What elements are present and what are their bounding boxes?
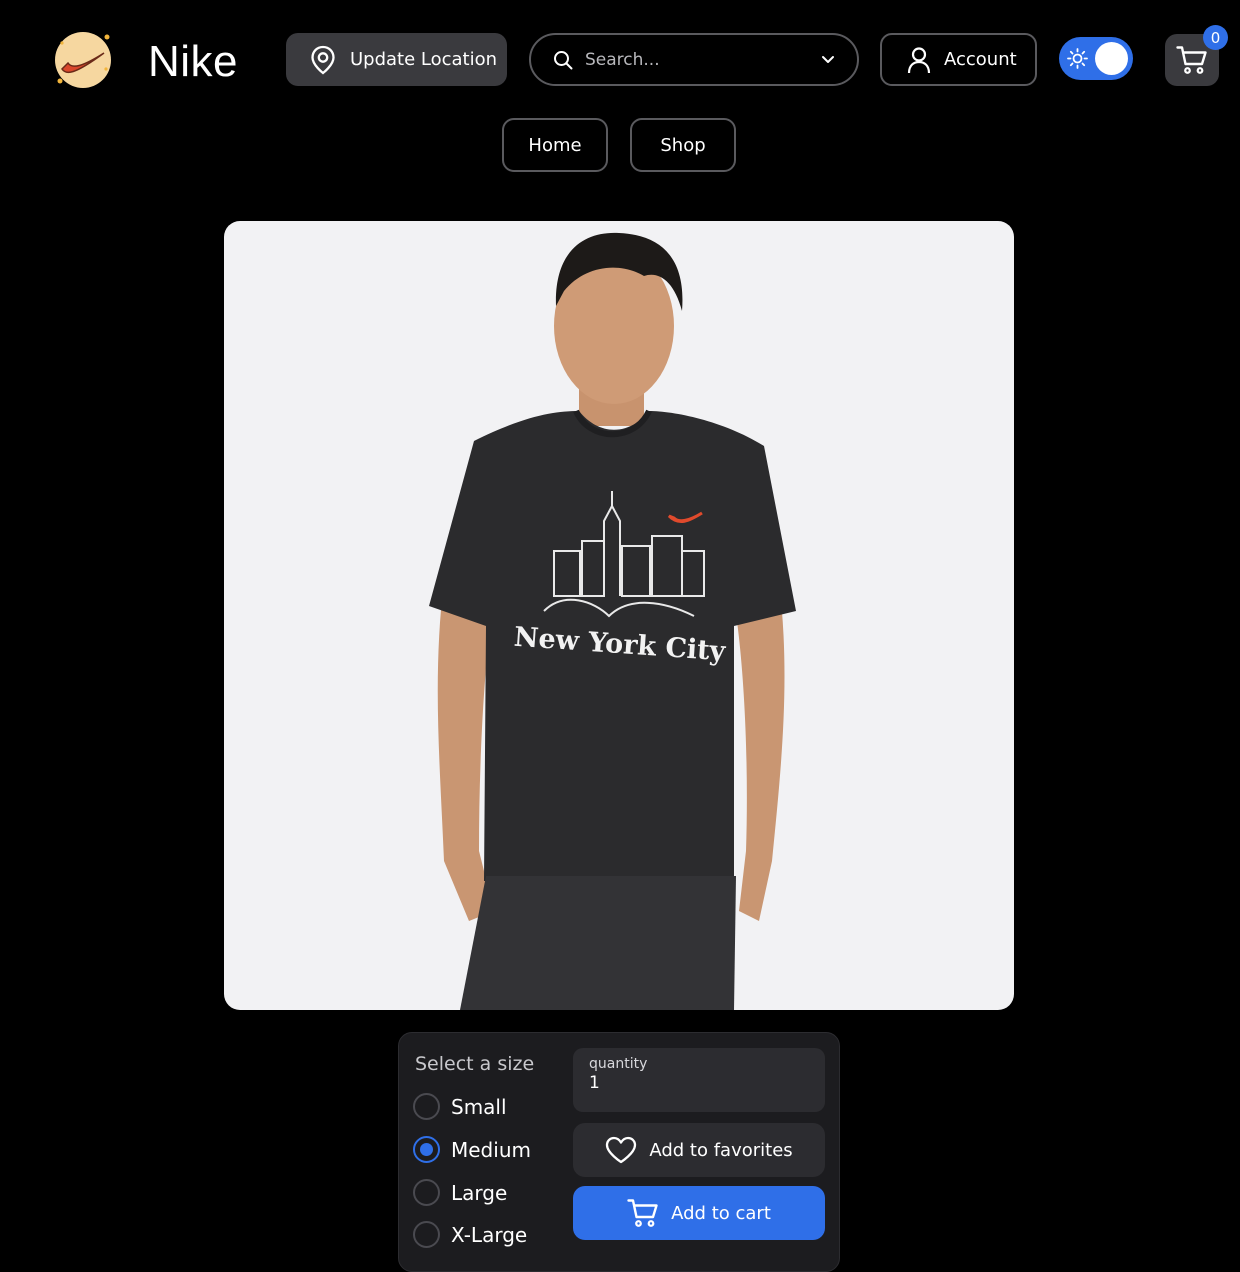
product-image: New York City — [224, 221, 1014, 1010]
update-location-label: Update Location — [350, 49, 498, 70]
nike-logo[interactable] — [52, 29, 114, 91]
size-label-small: Small — [451, 1094, 507, 1119]
size-option-large[interactable]: Large — [413, 1179, 507, 1206]
size-radio-medium[interactable] — [413, 1136, 440, 1163]
size-radio-large[interactable] — [413, 1179, 440, 1206]
toggle-knob — [1095, 42, 1128, 75]
cart-icon — [1176, 46, 1207, 74]
size-label-medium: Medium — [451, 1137, 531, 1162]
quantity-field[interactable]: quantity — [573, 1048, 825, 1112]
nav-home-button[interactable]: Home — [502, 118, 608, 172]
size-option-small[interactable]: Small — [413, 1093, 507, 1120]
theme-toggle[interactable] — [1059, 37, 1133, 80]
quantity-label: quantity — [589, 1056, 648, 1072]
quantity-input[interactable] — [589, 1073, 809, 1093]
size-radio-x-large[interactable] — [413, 1221, 440, 1248]
size-radio-small[interactable] — [413, 1093, 440, 1120]
model-wearing-black-tshirt-image: New York City — [429, 232, 796, 1010]
size-option-x-large[interactable]: X-Large — [413, 1221, 527, 1248]
brand-name[interactable]: Nike — [148, 34, 238, 90]
size-select-title: Select a size — [415, 1053, 535, 1075]
search-input[interactable] — [583, 48, 821, 71]
chevron-down-icon[interactable] — [821, 55, 835, 65]
sun-icon — [1067, 48, 1088, 69]
nav-shop-button[interactable]: Shop — [630, 118, 736, 172]
size-option-medium[interactable]: Medium — [413, 1136, 531, 1163]
add-to-cart-button[interactable]: Add to cart — [573, 1186, 825, 1240]
nike-swoosh-logo-icon — [55, 32, 111, 88]
search-bar[interactable] — [529, 33, 859, 86]
cart-count-badge: 0 — [1203, 25, 1228, 50]
add-to-cart-label: Add to cart — [671, 1202, 771, 1224]
user-icon — [907, 46, 931, 73]
purchase-panel: Select a size Small Medium Large X-Large… — [398, 1032, 840, 1272]
size-label-x-large: X-Large — [451, 1222, 528, 1247]
heart-icon — [606, 1136, 637, 1164]
add-to-favorites-label: Add to favorites — [649, 1139, 793, 1161]
account-button[interactable]: Account — [880, 33, 1037, 86]
cart-icon — [627, 1199, 658, 1227]
size-label-large: Large — [451, 1180, 508, 1205]
account-label: Account — [944, 49, 1017, 70]
update-location-button[interactable]: Update Location — [286, 33, 507, 86]
add-to-favorites-button[interactable]: Add to favorites — [573, 1123, 825, 1177]
search-icon — [554, 50, 573, 69]
location-pin-icon — [311, 45, 335, 74]
